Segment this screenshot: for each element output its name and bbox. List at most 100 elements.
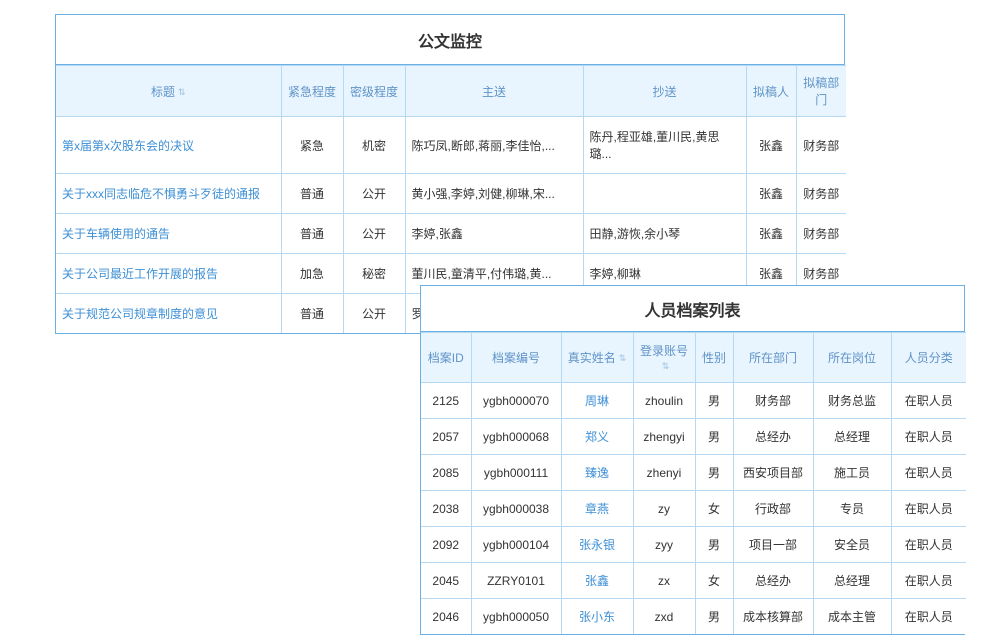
personnel-cell-post: 成本主管: [813, 599, 891, 635]
personnel-header-post: 所在岗位: [813, 333, 891, 383]
personnel-archive-title: 人员档案列表: [421, 286, 964, 332]
personnel-cell-id: 2038: [421, 491, 471, 527]
doc-cell-drafter: 张鑫: [746, 174, 796, 214]
personnel-header-dept: 所在部门: [733, 333, 813, 383]
personnel-cell-gender: 男: [695, 383, 733, 419]
personnel-cell-account: zxd: [633, 599, 695, 635]
personnel-header-id: 档案ID: [421, 333, 471, 383]
doc-cell-drafter: 张鑫: [746, 117, 796, 174]
sort-icon[interactable]: ⇅: [662, 361, 670, 372]
personnel-header-gender: 性别: [695, 333, 733, 383]
personnel-cell-code: ygbh000070: [471, 383, 561, 419]
personnel-cell-code: ygbh000104: [471, 527, 561, 563]
doc-cell-title: 第x届第x次股东会的决议: [56, 117, 281, 174]
sort-icon[interactable]: ⇅: [619, 353, 627, 364]
personnel-name-link[interactable]: 臻逸: [585, 466, 609, 480]
doc-cell-urgency: 普通: [281, 294, 343, 334]
doc-header-title-label: 标题: [151, 85, 175, 99]
doc-cell-urgency: 普通: [281, 174, 343, 214]
personnel-cell-category: 在职人员: [891, 491, 966, 527]
personnel-cell-id: 2046: [421, 599, 471, 635]
doc-cell-copy-send: 陈丹,程亚雄,董川民,黄思璐...: [583, 117, 746, 174]
personnel-cell-dept: 西安项目部: [733, 455, 813, 491]
personnel-cell-gender: 男: [695, 527, 733, 563]
table-row: 2057 ygbh000068 郑义 zhengyi 男 总经办 总经理 在职人…: [421, 419, 966, 455]
doc-title-link[interactable]: 第x届第x次股东会的决议: [62, 139, 194, 153]
personnel-cell-post: 财务总监: [813, 383, 891, 419]
personnel-cell-code: ygbh000038: [471, 491, 561, 527]
personnel-name-link[interactable]: 周琳: [585, 394, 609, 408]
doc-header-main-send: 主送: [405, 66, 583, 117]
personnel-cell-category: 在职人员: [891, 563, 966, 599]
table-row: 2038 ygbh000038 章燕 zy 女 行政部 专员 在职人员: [421, 491, 966, 527]
doc-title-link[interactable]: 关于车辆使用的通告: [62, 227, 170, 241]
doc-cell-title: 关于车辆使用的通告: [56, 214, 281, 254]
personnel-cell-post: 总经理: [813, 419, 891, 455]
doc-cell-copy-send: 田静,游恢,余小琴: [583, 214, 746, 254]
personnel-name-link[interactable]: 章燕: [585, 502, 609, 516]
doc-cell-title: 关于xxx同志临危不惧勇斗歹徒的通报: [56, 174, 281, 214]
personnel-cell-id: 2092: [421, 527, 471, 563]
personnel-cell-account: zhenyi: [633, 455, 695, 491]
personnel-name-link[interactable]: 张鑫: [585, 574, 609, 588]
personnel-cell-category: 在职人员: [891, 455, 966, 491]
doc-cell-main-send: 陈巧凤,断郎,蒋丽,李佳怡,...: [405, 117, 583, 174]
personnel-cell-post: 专员: [813, 491, 891, 527]
personnel-cell-dept: 成本核算部: [733, 599, 813, 635]
personnel-name-link[interactable]: 张永银: [579, 538, 615, 552]
personnel-cell-id: 2085: [421, 455, 471, 491]
doc-cell-urgency: 紧急: [281, 117, 343, 174]
doc-header-urgency: 紧急程度: [281, 66, 343, 117]
personnel-cell-dept: 总经办: [733, 563, 813, 599]
personnel-cell-dept: 项目一部: [733, 527, 813, 563]
personnel-header-account[interactable]: 登录账号 ⇅: [633, 333, 695, 383]
doc-header-draft-dept: 拟稿部门: [796, 66, 846, 117]
personnel-cell-real-name: 郑义: [561, 419, 633, 455]
personnel-cell-category: 在职人员: [891, 599, 966, 635]
personnel-cell-real-name: 张永银: [561, 527, 633, 563]
doc-cell-copy-send: [583, 174, 746, 214]
doc-title-link[interactable]: 关于xxx同志临危不惧勇斗歹徒的通报: [62, 187, 260, 201]
personnel-name-link[interactable]: 张小东: [579, 610, 615, 624]
table-row: 关于xxx同志临危不惧勇斗歹徒的通报 普通 公开 黄小强,李婷,刘健,柳琳,宋.…: [56, 174, 846, 214]
personnel-archive-table: 档案ID 档案编号 真实姓名⇅ 登录账号⇅ 性别 所在部门 所在岗位 人员分类 …: [421, 332, 966, 634]
personnel-header-real-name[interactable]: 真实姓名⇅: [561, 333, 633, 383]
doc-cell-drafter: 张鑫: [746, 214, 796, 254]
doc-cell-secrecy: 机密: [343, 117, 405, 174]
personnel-cell-real-name: 张鑫: [561, 563, 633, 599]
personnel-cell-real-name: 章燕: [561, 491, 633, 527]
doc-header-copy-send: 抄送: [583, 66, 746, 117]
table-row: 2125 ygbh000070 周琳 zhoulin 男 财务部 财务总监 在职…: [421, 383, 966, 419]
personnel-header-category: 人员分类: [891, 333, 966, 383]
doc-header-drafter: 拟稿人: [746, 66, 796, 117]
personnel-cell-id: 2125: [421, 383, 471, 419]
doc-title-link[interactable]: 关于规范公司规章制度的意见: [62, 307, 218, 321]
doc-cell-title: 关于公司最近工作开展的报告: [56, 254, 281, 294]
personnel-cell-code: ygbh000068: [471, 419, 561, 455]
doc-header-secrecy: 密级程度: [343, 66, 405, 117]
doc-title-link[interactable]: 关于公司最近工作开展的报告: [62, 267, 218, 281]
sort-icon[interactable]: ⇅: [178, 87, 186, 98]
doc-cell-urgency: 普通: [281, 214, 343, 254]
doc-cell-draft-dept: 财务部: [796, 174, 846, 214]
personnel-cell-id: 2045: [421, 563, 471, 599]
personnel-header-code: 档案编号: [471, 333, 561, 383]
personnel-archive-panel: 人员档案列表 档案ID 档案编号 真实姓名⇅ 登录账号 ⇅ 性别 所在部门 所在岗…: [420, 285, 965, 635]
personnel-cell-account: zhengyi: [633, 419, 695, 455]
doc-cell-main-send: 李婷,张鑫: [405, 214, 583, 254]
doc-header-title[interactable]: 标题⇅: [56, 66, 281, 117]
personnel-cell-account: zy: [633, 491, 695, 527]
table-row: 第x届第x次股东会的决议 紧急 机密 陈巧凤,断郎,蒋丽,李佳怡,... 陈丹,…: [56, 117, 846, 174]
personnel-cell-category: 在职人员: [891, 527, 966, 563]
personnel-header-row: 档案ID 档案编号 真实姓名⇅ 登录账号 ⇅ 性别 所在部门 所在岗位 人员分类: [421, 333, 966, 383]
doc-cell-secrecy: 秘密: [343, 254, 405, 294]
table-row: 2085 ygbh000111 臻逸 zhenyi 男 西安项目部 施工员 在职…: [421, 455, 966, 491]
table-row: 2092 ygbh000104 张永银 zyy 男 项目一部 安全员 在职人员: [421, 527, 966, 563]
personnel-name-link[interactable]: 郑义: [585, 430, 609, 444]
personnel-cell-account: zhoulin: [633, 383, 695, 419]
personnel-cell-dept: 财务部: [733, 383, 813, 419]
personnel-header-account-label: 登录账号: [640, 344, 688, 358]
personnel-cell-post: 施工员: [813, 455, 891, 491]
doc-cell-urgency: 加急: [281, 254, 343, 294]
doc-cell-secrecy: 公开: [343, 294, 405, 334]
